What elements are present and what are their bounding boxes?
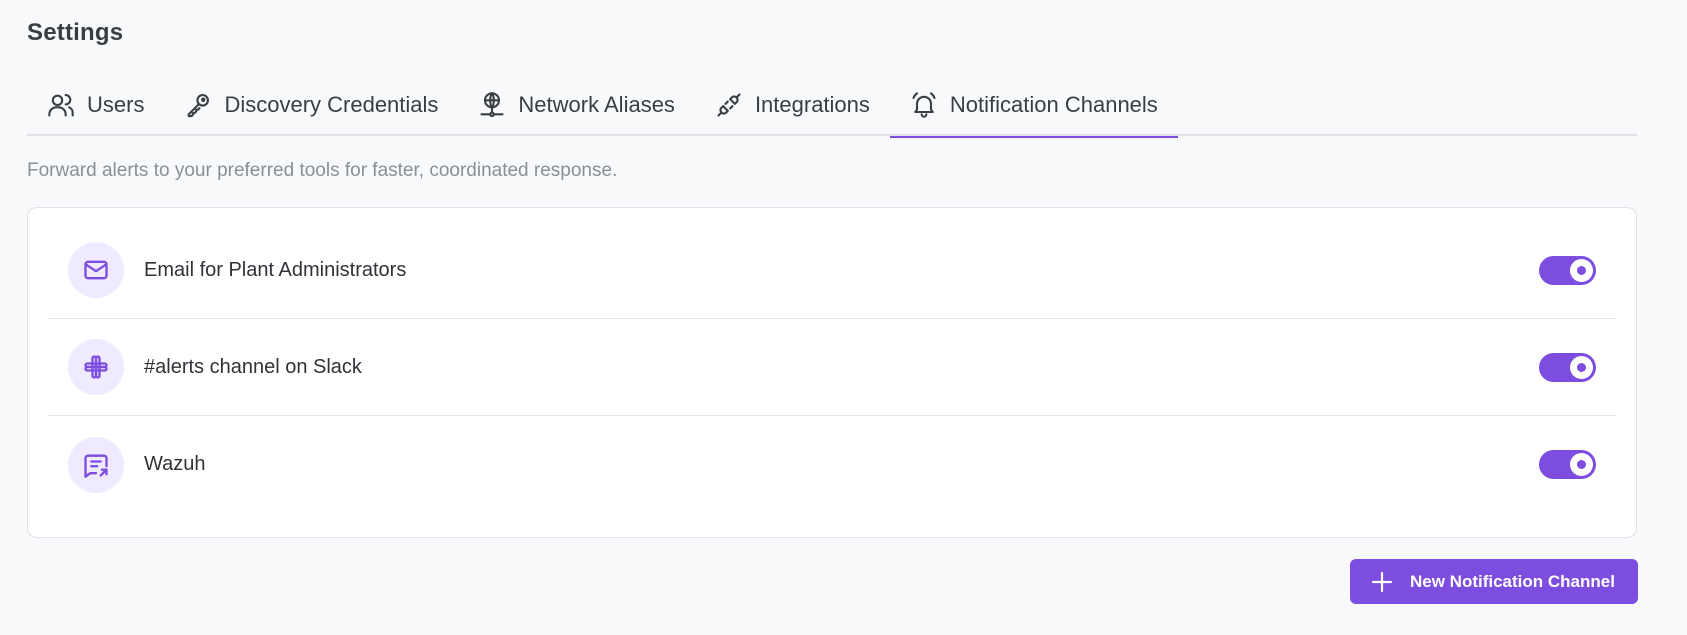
channel-enabled-toggle[interactable] bbox=[1539, 450, 1596, 479]
tab-label: Network Aliases bbox=[518, 92, 675, 117]
plus-icon bbox=[1371, 571, 1393, 592]
tab-label: Discovery Credentials bbox=[224, 92, 439, 117]
mail-icon bbox=[84, 260, 108, 280]
plug-icon bbox=[717, 93, 741, 117]
channel-icon-badge bbox=[68, 339, 124, 395]
channel-name: Wazuh bbox=[144, 453, 206, 475]
channel-row-wazuh: Wazuh bbox=[48, 416, 1616, 513]
tab-integrations[interactable]: Integrations bbox=[695, 74, 890, 136]
page-description: Forward alerts to your preferred tools f… bbox=[27, 160, 618, 181]
toggle-knob bbox=[1570, 258, 1593, 282]
settings-page: Settings Users Discovery Credentials Net… bbox=[0, 0, 1687, 635]
button-label: New Notification Channel bbox=[1410, 571, 1615, 591]
channel-row-email: Email for Plant Administrators bbox=[48, 222, 1616, 319]
new-notification-channel-button[interactable]: New Notification Channel bbox=[1350, 559, 1638, 604]
message-share-icon bbox=[84, 454, 108, 478]
tab-discovery-credentials[interactable]: Discovery Credentials bbox=[164, 74, 458, 136]
channel-row-slack: #alerts channel on Slack bbox=[48, 319, 1616, 416]
tab-notification-channels[interactable]: Notification Channels bbox=[889, 74, 1178, 138]
channel-icon-badge bbox=[68, 242, 124, 298]
settings-tabs: Users Discovery Credentials Network Alia… bbox=[27, 74, 1637, 138]
tab-label: Integrations bbox=[754, 92, 870, 117]
tab-label: Users bbox=[87, 92, 145, 117]
channel-name: #alerts channel on Slack bbox=[144, 355, 362, 378]
key-icon bbox=[188, 94, 210, 118]
toggle-knob bbox=[1570, 453, 1593, 476]
page-title: Settings bbox=[27, 19, 124, 46]
tab-label: Notification Channels bbox=[949, 92, 1158, 117]
tab-network-aliases[interactable]: Network Aliases bbox=[458, 74, 695, 136]
channel-enabled-toggle[interactable] bbox=[1539, 352, 1596, 382]
tab-users[interactable]: Users bbox=[27, 74, 164, 136]
toggle-knob bbox=[1570, 355, 1593, 379]
bell-icon bbox=[912, 92, 936, 118]
channel-name: Email for Plant Administrators bbox=[144, 258, 407, 281]
notification-channels-list: Email for Plant Administrators #alerts c… bbox=[27, 207, 1637, 538]
slack-icon bbox=[84, 355, 108, 379]
users-icon bbox=[48, 94, 74, 117]
network-globe-icon bbox=[480, 92, 504, 118]
channel-enabled-toggle[interactable] bbox=[1539, 255, 1596, 285]
channel-icon-badge bbox=[68, 436, 124, 493]
